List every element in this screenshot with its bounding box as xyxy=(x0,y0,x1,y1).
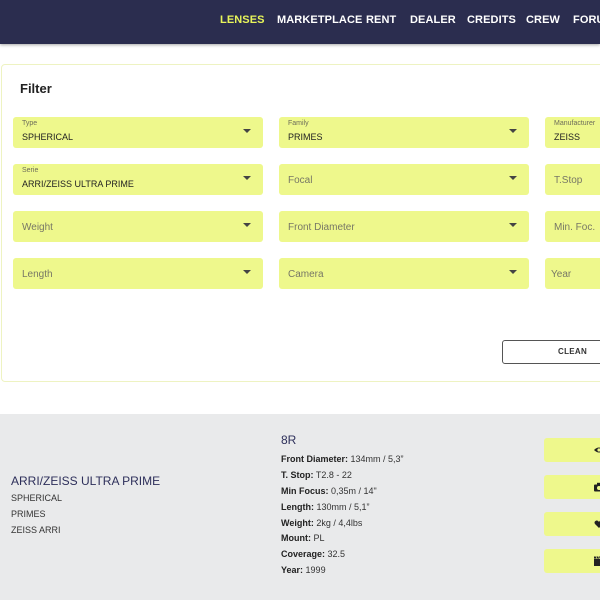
spec-label: T. Stop: xyxy=(281,470,314,480)
lens-name: ARRI/ZEISS ULTRA PRIME xyxy=(11,474,161,488)
clean-button-label: CLEAN xyxy=(558,347,588,356)
spec-year: Year: 1999 xyxy=(281,565,326,575)
length-select-placeholder: Length xyxy=(22,269,53,280)
lens-type: SPHERICAL xyxy=(11,493,63,503)
spec-value: 32.5 xyxy=(327,549,346,559)
type-select-label: Type xyxy=(22,120,38,127)
nav-item-marketplace[interactable]: MARKETPLACE xyxy=(277,14,362,26)
min-focus-select-placeholder: Min. Foc. xyxy=(554,222,596,233)
view-button[interactable] xyxy=(544,438,600,462)
family-select[interactable]: Family PRIMES xyxy=(279,117,529,148)
spec-value: 0,35m / 14" xyxy=(331,486,377,496)
tstop-select-placeholder: T.Stop xyxy=(554,175,583,186)
filter-title: Filter xyxy=(20,81,52,96)
chevron-down-icon xyxy=(243,129,251,133)
heart-icon xyxy=(594,520,600,528)
weight-select-placeholder: Weight xyxy=(22,222,53,233)
chevron-down-icon xyxy=(509,129,517,133)
spec-value: PL xyxy=(313,533,325,543)
serie-select-label: Serie xyxy=(22,167,39,174)
nav-item-rent[interactable]: RENT xyxy=(366,14,396,26)
weight-select[interactable]: Weight xyxy=(13,211,263,242)
spec-weight: Weight: 2kg / 4,4lbs xyxy=(281,518,362,528)
family-select-value: PRIMES xyxy=(288,132,323,142)
spec-value: 134mm / 5,3” xyxy=(350,454,404,464)
focal-select-placeholder: Focal xyxy=(288,175,313,186)
camera-select[interactable]: Camera xyxy=(279,258,529,289)
lens-manufacturer: ZEISS ARRI xyxy=(11,525,61,535)
front-diameter-select-placeholder: Front Diameter xyxy=(288,222,355,233)
spec-mount: Mount: PL xyxy=(281,533,325,543)
family-select-label: Family xyxy=(288,120,309,127)
type-select[interactable]: Type SPHERICAL xyxy=(13,117,263,148)
spec-value: 1999 xyxy=(305,565,326,575)
nav-item-crew[interactable]: CREW xyxy=(526,14,560,26)
spec-label: Mount: xyxy=(281,533,311,543)
nav-item-credits[interactable]: CREDITS xyxy=(467,14,516,26)
camera-select-placeholder: Camera xyxy=(288,269,324,280)
chevron-down-icon xyxy=(243,223,251,227)
camera-button[interactable] xyxy=(544,475,600,499)
min-focus-select[interactable]: Min. Foc. xyxy=(545,211,600,242)
tstop-select[interactable]: T.Stop xyxy=(545,164,600,195)
spec-label: Front Diameter: xyxy=(281,454,349,464)
spec-label: Min Focus: xyxy=(281,486,329,496)
spec-label: Year: xyxy=(281,565,304,575)
chevron-down-icon xyxy=(243,270,251,274)
nav-item-lenses[interactable]: LENSES xyxy=(220,14,265,26)
spec-min-focus: Min Focus: 0,35m / 14" xyxy=(281,486,377,496)
spec-coverage: Coverage: 32.5 xyxy=(281,549,345,559)
spec-label: Coverage: xyxy=(281,549,326,559)
spec-front-diameter: Front Diameter: 134mm / 5,3” xyxy=(281,454,404,464)
spec-tstop: T. Stop: T2.8 - 22 xyxy=(281,470,352,480)
filter-panel: Filter Type SPHERICAL Family PRIMES Manu… xyxy=(1,64,600,382)
clapperboard-button[interactable] xyxy=(544,549,600,573)
camera-icon xyxy=(594,482,600,492)
manufacturer-select[interactable]: Manufacturer ZEISS xyxy=(545,117,600,148)
front-diameter-select[interactable]: Front Diameter xyxy=(279,211,529,242)
type-select-value: SPHERICAL xyxy=(22,132,74,142)
nav-item-dealer[interactable]: DEALER xyxy=(410,14,456,26)
nav-item-forum[interactable]: FORUM xyxy=(573,14,600,26)
eye-icon xyxy=(594,447,600,453)
lens-model: 8R xyxy=(281,433,297,447)
serie-select[interactable]: Serie ARRI/ZEISS ULTRA PRIME xyxy=(13,164,263,195)
favorite-button[interactable] xyxy=(544,512,600,536)
lens-family: PRIMES xyxy=(11,509,46,519)
manufacturer-select-label: Manufacturer xyxy=(554,120,596,127)
clapperboard-icon xyxy=(594,556,600,566)
spec-length: Length: 130mm / 5,1” xyxy=(281,502,370,512)
chevron-down-icon xyxy=(509,270,517,274)
spec-label: Length: xyxy=(281,502,314,512)
year-select[interactable]: Year xyxy=(545,258,600,289)
spec-value: 2kg / 4,4lbs xyxy=(316,518,363,528)
chevron-down-icon xyxy=(509,223,517,227)
clean-button[interactable]: CLEAN xyxy=(502,340,600,364)
manufacturer-select-value: ZEISS xyxy=(554,132,581,142)
chevron-down-icon xyxy=(509,176,517,180)
spec-label: Weight: xyxy=(281,518,314,528)
focal-select[interactable]: Focal xyxy=(279,164,529,195)
serie-select-value: ARRI/ZEISS ULTRA PRIME xyxy=(22,179,134,189)
length-select[interactable]: Length xyxy=(13,258,263,289)
spec-value: 130mm / 5,1” xyxy=(316,502,370,512)
spec-value: T2.8 - 22 xyxy=(315,470,352,480)
lens-result-card[interactable]: ARRI/ZEISS ULTRA PRIME SPHERICAL PRIMES … xyxy=(0,414,600,600)
chevron-down-icon xyxy=(243,176,251,180)
page: LENSES MARKETPLACE RENT DEALER CREDITS C… xyxy=(0,0,600,600)
top-navigation: LENSES MARKETPLACE RENT DEALER CREDITS C… xyxy=(0,0,600,44)
year-select-placeholder: Year xyxy=(551,269,572,280)
